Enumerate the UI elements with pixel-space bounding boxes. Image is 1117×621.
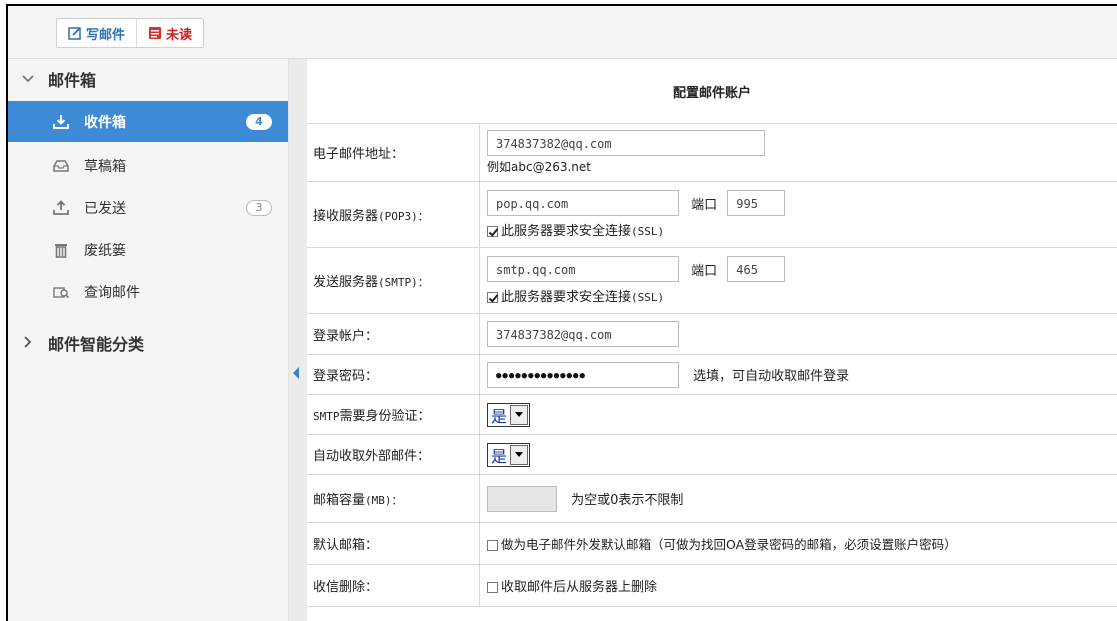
smtp-label-suffix: (SMTP)： xyxy=(378,276,429,289)
smtp-ssl-checkbox[interactable] xyxy=(487,292,498,303)
toolbar: 写邮件 未读 xyxy=(8,6,1117,59)
delete-after-label: 收信删除： xyxy=(307,564,480,607)
delete-after-option: 收取邮件后从服务器上删除 xyxy=(501,580,658,595)
default-mailbox-label: 默认邮箱： xyxy=(307,522,480,565)
inbox-count-badge: 4 xyxy=(246,113,272,130)
login-account-input[interactable]: 374837382@qq.com xyxy=(487,321,679,347)
smtp-auth-label: SMTP需要身份验证： xyxy=(307,394,480,435)
smtp-auth-label-text: 需要身份验证： xyxy=(339,409,431,424)
email-row: 电子邮件地址： 374837382@qq.com 例如abc@263.net xyxy=(307,123,1117,182)
account-config-panel: 配置邮件账户 电子邮件地址： 374837382@qq.com 例如abc@26… xyxy=(307,59,1117,621)
password-row: 登录密码： ●●●●●●●●●●●●●● 选填，可自动收取邮件登录 xyxy=(307,354,1117,395)
mailbox-section-label: 邮件箱 xyxy=(48,71,97,90)
smtp-auth-label-prefix: SMTP xyxy=(313,410,340,423)
pop3-ssl-suffix: (SSL) xyxy=(631,225,665,238)
capacity-label-text: 邮箱容量 xyxy=(313,493,366,508)
email-input[interactable]: 374837382@qq.com xyxy=(487,130,765,156)
sidebar-item-label: 查询邮件 xyxy=(84,284,140,301)
app-frame: 写邮件 未读 邮件箱 收件箱 4 草稿箱 已发送 3 废纸篓 查询邮件 邮件智能… xyxy=(6,4,1117,621)
delete-after-checkbox[interactable] xyxy=(487,582,498,593)
capacity-label: 邮箱容量(MB)： xyxy=(307,474,480,523)
auto-fetch-value: 是 xyxy=(491,446,508,466)
smtp-ssl-label: 此服务器要求安全连接 xyxy=(501,290,632,305)
sidebar-item-inbox[interactable]: 收件箱 4 xyxy=(8,101,288,142)
login-account-label: 登录帐户： xyxy=(307,313,480,355)
password-note: 选填，可自动收取邮件登录 xyxy=(693,369,850,384)
dropdown-arrow-icon xyxy=(510,444,529,465)
delete-after-row: 收信删除： 收取邮件后从服务器上删除 xyxy=(307,564,1117,607)
auto-fetch-select[interactable]: 是 xyxy=(487,442,531,467)
default-mailbox-option: 做为电子邮件外发默认邮箱（可做为找回OA登录密码的邮箱，必须设置账户密码） xyxy=(501,537,957,552)
default-mailbox-row: 默认邮箱： 做为电子邮件外发默认邮箱（可做为找回OA登录密码的邮箱，必须设置账户… xyxy=(307,522,1117,565)
email-hint: 例如abc@263.net xyxy=(487,158,1116,175)
capacity-label-suffix: (MB)： xyxy=(365,494,403,507)
smtp-auth-row: SMTP需要身份验证： 是 xyxy=(307,394,1117,435)
pop3-ssl-option: 此服务器要求安全连接(SSL) xyxy=(487,220,1116,239)
sidebar-item-drafts[interactable]: 草稿箱 xyxy=(8,145,288,186)
sidebar-item-label: 已发送 xyxy=(84,200,126,217)
toolbar-button-group: 写邮件 未读 xyxy=(56,18,205,48)
smtp-row: 发送服务器(SMTP)： smtp.qq.com 端口 465 此服务器要求安全… xyxy=(307,247,1117,314)
smtp-ssl-suffix: (SSL) xyxy=(631,291,665,304)
smtp-label-text: 发送服务器 xyxy=(313,275,379,290)
capacity-input[interactable] xyxy=(487,485,557,512)
unread-label: 未读 xyxy=(166,27,193,43)
pop3-server-input[interactable]: pop.qq.com xyxy=(487,190,679,216)
sidebar-item-trash[interactable]: 废纸篓 xyxy=(8,229,288,270)
smart-category-section-label: 邮件智能分类 xyxy=(48,335,145,354)
password-input[interactable]: ●●●●●●●●●●●●●● xyxy=(487,361,679,388)
account-config-form: 配置邮件账户 电子邮件地址： 374837382@qq.com 例如abc@26… xyxy=(307,59,1117,607)
pop3-label: 接收服务器(POP3)： xyxy=(307,181,480,248)
smtp-port-label: 端口 xyxy=(691,263,718,279)
unread-list-icon xyxy=(148,26,162,40)
sidebar-splitter[interactable] xyxy=(288,59,308,621)
dropdown-arrow-icon xyxy=(510,404,529,425)
sidebar-item-sent[interactable]: 已发送 3 xyxy=(8,187,288,228)
default-mailbox-checkbox[interactable] xyxy=(487,540,498,551)
capacity-row: 邮箱容量(MB)： 为空或0表示不限制 xyxy=(307,474,1117,523)
trash-icon xyxy=(48,242,74,258)
smtp-label: 发送服务器(SMTP)： xyxy=(307,247,480,314)
pop3-label-suffix: (POP3)： xyxy=(378,210,429,223)
mailbox-section-header[interactable]: 邮件箱 xyxy=(8,59,288,99)
smtp-port-input[interactable]: 465 xyxy=(727,256,786,282)
auto-fetch-row: 自动收取外部邮件： 是 xyxy=(307,434,1117,475)
upload-tray-icon xyxy=(48,199,74,216)
drafts-tray-icon xyxy=(48,159,74,173)
collapse-arrow-icon[interactable] xyxy=(293,367,299,379)
chevron-down-icon xyxy=(8,72,48,86)
auto-fetch-label: 自动收取外部邮件： xyxy=(307,434,480,475)
smtp-server-input[interactable]: smtp.qq.com xyxy=(487,256,679,282)
pop3-ssl-label: 此服务器要求安全连接 xyxy=(501,224,632,239)
password-label: 登录密码： xyxy=(307,354,480,395)
unread-button[interactable]: 未读 xyxy=(137,19,203,47)
download-tray-icon xyxy=(48,114,74,130)
pop3-row: 接收服务器(POP3)： pop.qq.com 端口 995 此服务器要求安全连… xyxy=(307,181,1117,248)
login-account-row: 登录帐户： 374837382@qq.com xyxy=(307,313,1117,355)
email-label: 电子邮件地址： xyxy=(307,123,480,182)
sent-count-badge: 3 xyxy=(246,199,272,216)
sidebar-item-label: 草稿箱 xyxy=(84,158,126,175)
search-mail-icon xyxy=(48,285,74,299)
form-title: 配置邮件账户 xyxy=(307,59,1117,124)
compose-label: 写邮件 xyxy=(86,27,126,43)
pop3-port-label: 端口 xyxy=(691,197,718,213)
smtp-auth-select[interactable]: 是 xyxy=(487,402,531,427)
sidebar-item-search-mail[interactable]: 查询邮件 xyxy=(8,271,288,312)
sidebar: 邮件箱 收件箱 4 草稿箱 已发送 3 废纸篓 查询邮件 邮件智能分类 xyxy=(8,59,288,621)
sidebar-item-label: 收件箱 xyxy=(84,114,126,131)
chevron-right-icon xyxy=(8,335,48,351)
pop3-label-text: 接收服务器 xyxy=(313,209,379,224)
capacity-note: 为空或0表示不限制 xyxy=(571,493,684,508)
sidebar-item-label: 废纸篓 xyxy=(84,242,126,259)
smart-category-section-header[interactable]: 邮件智能分类 xyxy=(8,323,288,363)
compose-button[interactable]: 写邮件 xyxy=(57,19,138,47)
smtp-ssl-option: 此服务器要求安全连接(SSL) xyxy=(487,286,1116,305)
email-hint-text: 例如abc@263.net xyxy=(487,160,591,174)
compose-icon xyxy=(68,26,82,40)
smtp-auth-value: 是 xyxy=(491,406,508,426)
pop3-ssl-checkbox[interactable] xyxy=(487,226,498,237)
pop3-port-input[interactable]: 995 xyxy=(727,190,786,216)
